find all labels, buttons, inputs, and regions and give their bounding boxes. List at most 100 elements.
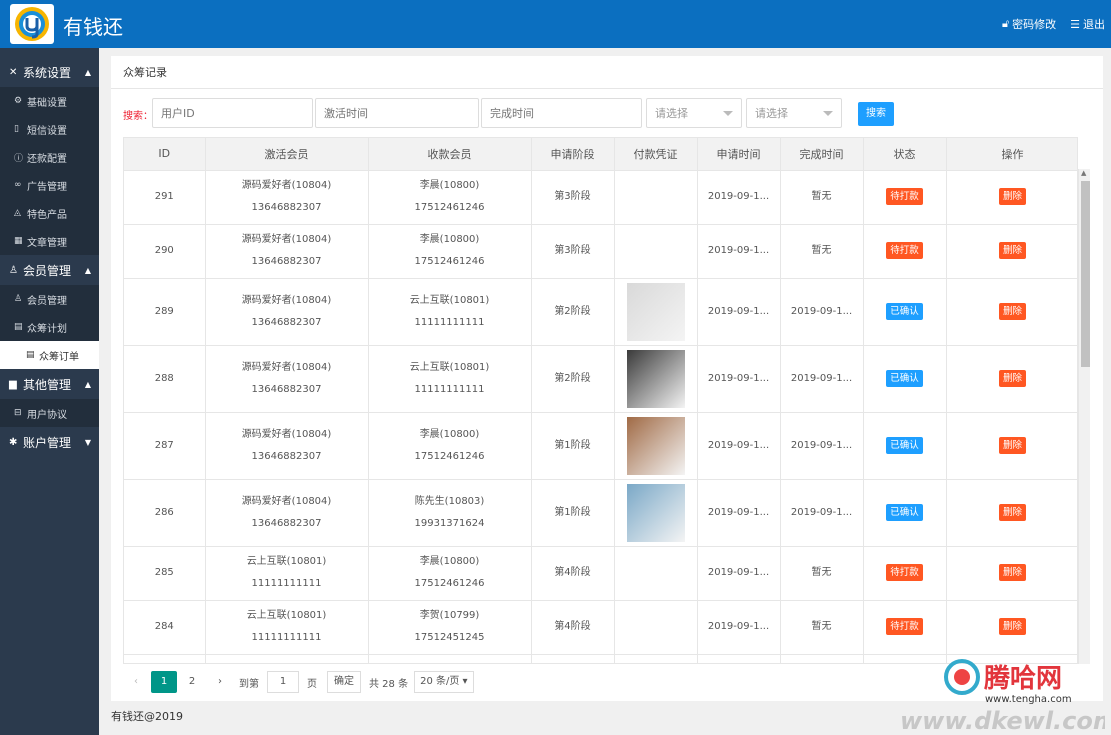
sidebar-item-crowdfund-orders[interactable]: ▤ 众筹订单 [0, 341, 99, 369]
delete-button[interactable]: 删除 [998, 618, 1026, 635]
delete-button[interactable]: 删除 [998, 188, 1026, 205]
search-button[interactable]: 搜索 [858, 102, 894, 126]
cell-voucher [614, 479, 698, 547]
cell-voucher [614, 600, 698, 655]
sidebar-item-repayment-config[interactable]: ⓘ 还款配置 [0, 143, 99, 171]
sidebar-group-label: 其他管理 [23, 377, 72, 392]
delete-button[interactable]: 删除 [998, 503, 1026, 521]
col-header: 激活会员 [205, 138, 369, 171]
activate-time-input[interactable] [315, 98, 479, 128]
cell-empty [205, 654, 369, 663]
status-badge[interactable]: 待打款 [886, 242, 923, 259]
cell-activator: 源码爱好者(10804) 13646882307 [205, 278, 369, 346]
cell-action: 删除 [946, 345, 1077, 413]
select-2[interactable]: 请选择 [746, 98, 842, 128]
caret-down-icon [723, 111, 733, 116]
caret-down-icon [823, 111, 833, 116]
sidebar-item-label: 众筹计划 [27, 323, 67, 335]
delete-button[interactable]: 删除 [998, 369, 1026, 387]
table-row: 287 源码爱好者(10804) 13646882307 李晨(10800) 17512… [124, 412, 1077, 480]
status-badge[interactable]: 已确认 [886, 302, 923, 320]
payment-voucher-image[interactable] [626, 483, 685, 542]
page-2-button[interactable]: 2 [179, 671, 205, 693]
table-row: 288 源码爱好者(10804) 13646882307 云上互联(10801) 111… [124, 345, 1077, 413]
col-header: 完成时间 [780, 138, 864, 171]
sidebar-item-articles[interactable]: ▦ 文章管理 [0, 227, 99, 255]
prev-page-icon[interactable]: ‹ [123, 671, 149, 693]
payee-phone: 17512461246 [414, 450, 485, 462]
payee-name: 李晨(10800) [419, 556, 480, 567]
cell-id: 290 [124, 224, 206, 279]
tools-icon: ✕ [9, 66, 18, 78]
app-logo [10, 4, 54, 44]
activator-phone: 13646882307 [251, 202, 322, 213]
status-badge[interactable]: 待打款 [886, 188, 923, 205]
cell-activator: 源码爱好者(10804) 13646882307 [205, 170, 369, 225]
scrollbar-thumb[interactable] [1081, 181, 1090, 367]
cell-activator: 源码爱好者(10804) 13646882307 [205, 345, 369, 413]
sidebar-item-member-manage[interactable]: ♙ 会员管理 [0, 285, 99, 313]
sidebar-item-sms-settings[interactable]: ▯ 短信设置 [0, 115, 99, 143]
sidebar-group-system[interactable]: ✕ 系统设置 ▲ [0, 57, 99, 87]
status-badge[interactable]: 待打款 [886, 564, 923, 581]
sidebar-item-ads[interactable]: ∞ 广告管理 [0, 171, 99, 199]
cell-id: 291 [124, 170, 206, 225]
status-badge[interactable]: 已确认 [886, 503, 923, 521]
sidebar-group-account[interactable]: ✱ 账户管理 ▼ [0, 427, 99, 457]
next-page-icon[interactable]: › [207, 671, 233, 693]
cell-empty [697, 654, 781, 663]
activator-name: 云上互联(10801) [246, 556, 327, 567]
data-table: ID 激活会员 收款会员 申请阶段 付款凭证 申请时间 完成时间 状态 操作 2… [123, 137, 1078, 664]
delete-button[interactable]: 删除 [998, 436, 1026, 454]
activator-phone: 13646882307 [251, 383, 322, 395]
payment-voucher-image[interactable] [626, 349, 685, 408]
logout-link[interactable]: ☰ 退出 [1070, 16, 1105, 32]
scroll-up-icon[interactable]: ▲ [1081, 169, 1086, 177]
cell-payee: 云上互联(10801) 11111111111 [368, 278, 532, 346]
payee-name: 云上互联(10801) [409, 294, 490, 306]
user-icon: ♙ [14, 294, 23, 304]
delete-button[interactable]: 删除 [998, 242, 1026, 259]
activator-phone: 13646882307 [251, 256, 322, 267]
cell-id: 289 [124, 278, 206, 346]
total-count: 共 28 条 [369, 678, 409, 690]
status-badge[interactable]: 已确认 [886, 369, 923, 387]
cell-complete-time: 2019-09-1... [780, 412, 864, 480]
status-badge[interactable]: 待打款 [886, 618, 923, 635]
cell-action: 删除 [946, 600, 1077, 655]
delete-button[interactable]: 删除 [998, 302, 1026, 320]
cell-complete-time: 暂无 [780, 600, 864, 655]
goto-page-input[interactable]: 1 [267, 671, 299, 693]
activator-phone: 11111111111 [251, 578, 322, 589]
chart-icon: ▤ [14, 322, 23, 332]
status-badge[interactable]: 已确认 [886, 436, 923, 454]
table-scrollbar[interactable]: ▲ [1078, 169, 1090, 664]
user-id-input[interactable] [152, 98, 313, 128]
sidebar-item-products[interactable]: ◬ 特色产品 [0, 199, 99, 227]
page-size-value: 20 条/页 [420, 676, 460, 687]
goto-confirm-button[interactable]: 确定 [327, 671, 361, 693]
select-1[interactable]: 请选择 [646, 98, 742, 128]
sidebar-group-other[interactable]: ▆ 其他管理 ▲ [0, 369, 99, 399]
sidebar-group-label: 会员管理 [23, 263, 72, 278]
payment-voucher-image[interactable] [626, 282, 685, 341]
sidebar-item-label: 文章管理 [27, 237, 67, 249]
delete-button[interactable]: 删除 [998, 564, 1026, 581]
cell-action: 删除 [946, 278, 1077, 346]
sidebar-item-basic-settings[interactable]: ⚙ 基础设置 [0, 87, 99, 115]
sidebar-group-members[interactable]: ♙ 会员管理 ▲ [0, 255, 99, 285]
table-row: 284 云上互联(10801) 11111111111 李贺(10799) 175124… [124, 600, 1077, 655]
logout-label: 退出 [1083, 18, 1105, 31]
payee-name: 陈先生(10803) [414, 495, 485, 507]
sidebar-item-user-agreement[interactable]: ⊟ 用户协议 [0, 399, 99, 427]
gear-icon: ✱ [9, 436, 18, 448]
phone-icon: ▯ [14, 124, 19, 134]
sidebar-item-crowdfund-plan[interactable]: ▤ 众筹计划 [0, 313, 99, 341]
doc-icon: ▆ [9, 378, 17, 390]
complete-time-input[interactable] [481, 98, 642, 128]
page-size-select[interactable]: 20 条/页 ▾ [414, 671, 475, 693]
change-password-link[interactable]: 🔓︎ 密码修改 [1002, 16, 1056, 32]
chevron-up-icon: ▲ [84, 379, 91, 389]
payment-voucher-image[interactable] [626, 416, 685, 475]
page-1-button[interactable]: 1 [151, 671, 177, 693]
